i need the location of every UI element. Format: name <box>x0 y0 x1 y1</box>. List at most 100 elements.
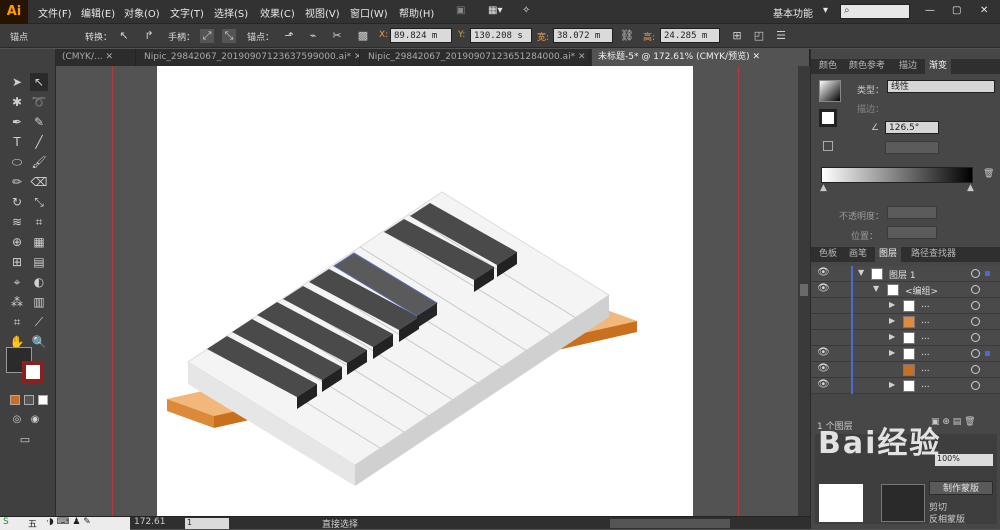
layer-name[interactable]: ... <box>921 332 930 342</box>
zoom-level[interactable]: 172.61 <box>134 517 166 527</box>
menu-view[interactable]: 视图(V) <box>305 5 340 20</box>
target-icon[interactable] <box>971 269 980 278</box>
tab-stroke[interactable]: 描边 <box>895 59 921 74</box>
menu-effect[interactable]: 效果(C) <box>260 5 295 20</box>
tab-document-2[interactable]: Nipic_29842067_20190907123637599000.ai* … <box>138 49 360 66</box>
blend-tool-icon[interactable]: ◐ <box>30 273 48 291</box>
expand-arrow-icon[interactable]: ▶ <box>889 380 895 389</box>
angle-field[interactable]: 126.5° <box>885 121 939 134</box>
tab-document-active[interactable]: 未标题-5* @ 172.61% (CMYK/预览) ✕ <box>592 49 810 66</box>
width-tool-icon[interactable]: ≋ <box>8 213 26 231</box>
lasso-icon[interactable]: ➰ <box>30 93 48 111</box>
type-tool-icon[interactable]: T <box>8 133 26 151</box>
tab-gradient[interactable]: 渐变 <box>925 59 952 74</box>
screen-mode-icon[interactable]: ▭ <box>16 431 34 449</box>
layer-name[interactable]: 图层 1 <box>889 268 916 281</box>
expand-arrow-icon[interactable]: ▶ <box>889 332 895 341</box>
align-icon[interactable]: ▩ <box>356 29 370 43</box>
expand-arrow-icon[interactable]: ▶ <box>889 316 895 325</box>
target-icon[interactable] <box>971 349 980 358</box>
draw-mode-icon[interactable]: ◎ <box>8 411 26 429</box>
target-icon[interactable] <box>971 365 980 374</box>
magic-wand-icon[interactable]: ✱ <box>8 93 26 111</box>
menu-file[interactable]: 文件(F) <box>38 5 72 20</box>
delete-stop-icon[interactable]: 🗑 <box>983 169 994 179</box>
ellipse-tool-icon[interactable]: ⬭ <box>8 153 26 171</box>
expand-arrow-icon[interactable]: ▶ <box>889 348 895 357</box>
visibility-eye-icon[interactable]: 👁 <box>817 347 830 358</box>
opacity-field[interactable] <box>887 206 937 219</box>
layer-name[interactable]: ... <box>921 316 930 326</box>
gpu-icon[interactable]: ✧ <box>522 5 530 16</box>
curvature-tool-icon[interactable]: ✎ <box>30 113 48 131</box>
minimize-button[interactable]: — <box>925 5 935 16</box>
isolate-icon[interactable]: ◰ <box>752 29 766 43</box>
layer-row[interactable]: ▶ ... <box>811 330 1000 346</box>
connect-anchor-icon[interactable]: ⌁ <box>306 29 320 43</box>
artboard-number[interactable]: 1 <box>185 518 229 529</box>
layer-row[interactable]: 👁 ▼ <编组> <box>811 282 1000 298</box>
tab-color-guide[interactable]: 颜色参考 <box>845 59 889 74</box>
ime-tools-icon[interactable]: ·◗ ⌨ ♟ ✎ <box>46 517 91 527</box>
make-mask-button[interactable]: 制作蒙版 <box>929 481 993 495</box>
arrange-documents-icon[interactable]: ▦▾ <box>488 5 502 16</box>
layer-row[interactable]: ▶ ... <box>811 298 1000 314</box>
slice-tool-icon[interactable]: ⟋ <box>30 313 48 331</box>
link-proportions-icon[interactable]: ⛓ <box>620 29 634 43</box>
gradient-tool-icon[interactable]: ▤ <box>30 253 48 271</box>
free-transform-icon[interactable]: ⌗ <box>30 213 48 231</box>
mesh-tool-icon[interactable]: ⊞ <box>8 253 26 271</box>
menu-object[interactable]: 对象(O) <box>124 5 160 20</box>
direct-selection-tool-icon[interactable]: ↖ <box>30 73 48 91</box>
menu-help[interactable]: 帮助(H) <box>399 5 434 20</box>
convert-smooth-icon[interactable]: ↱ <box>142 29 156 43</box>
cut-path-icon[interactable]: ✂ <box>330 29 344 43</box>
graph-tool-icon[interactable]: ▥ <box>30 293 48 311</box>
gradient-stop-left[interactable]: ▲ <box>820 183 827 193</box>
gradient-slider[interactable] <box>821 167 973 183</box>
width-field[interactable]: 38.072 m <box>553 28 613 43</box>
pen-tool-icon[interactable]: ✒ <box>8 113 26 131</box>
expand-arrow-icon[interactable]: ▶ <box>889 300 895 309</box>
convert-corner-icon[interactable]: ↖ <box>117 29 131 43</box>
tab-swatches[interactable]: 色板 <box>815 247 841 262</box>
layer-row[interactable]: 👁 ▶ ... <box>811 346 1000 362</box>
layer-row[interactable]: 👁 ▼ 图层 1 <box>811 266 1000 282</box>
transform-icon[interactable]: ⊞ <box>730 29 744 43</box>
close-button[interactable]: ✕ <box>980 5 988 16</box>
selection-tool-icon[interactable]: ➤ <box>8 73 26 91</box>
panel-menu-icon[interactable]: ☰ <box>774 29 788 43</box>
perspective-grid-icon[interactable]: ▦ <box>30 233 48 251</box>
tab-document-3[interactable]: Nipic_29842067_20190907123651284000.ai* … <box>362 49 590 66</box>
location-field[interactable] <box>887 226 937 239</box>
y-field[interactable]: 130.208 s <box>470 28 532 43</box>
bridge-icon[interactable]: ▣ <box>456 5 465 16</box>
tab-pathfinder[interactable]: 路径查找器 <box>907 247 960 262</box>
shape-builder-icon[interactable]: ⊕ <box>8 233 26 251</box>
eyedropper-icon[interactable]: ⌖ <box>8 273 26 291</box>
canvas[interactable] <box>56 66 798 516</box>
paintbrush-icon[interactable]: 🖌 <box>30 153 48 171</box>
expand-arrow-icon[interactable]: ▼ <box>873 284 879 293</box>
layer-name[interactable]: ... <box>921 364 930 374</box>
search-input[interactable]: ⌕ <box>840 4 910 19</box>
layer-row[interactable]: ▶ ... <box>811 314 1000 330</box>
symbol-sprayer-icon[interactable]: ⁂ <box>8 293 26 311</box>
pencil-icon[interactable]: ✏ <box>8 173 26 191</box>
scroll-thumb[interactable] <box>800 284 808 296</box>
tab-color[interactable]: 颜色 <box>815 59 841 74</box>
rotate-tool-icon[interactable]: ↻ <box>8 193 26 211</box>
layer-name[interactable]: ... <box>921 348 930 358</box>
visibility-eye-icon[interactable]: 👁 <box>817 267 830 278</box>
fill-stroke-swatch[interactable] <box>819 109 837 127</box>
workspace-dropdown-icon[interactable]: ▾ <box>823 5 828 16</box>
hide-handles-icon[interactable]: ⤡ <box>222 29 236 43</box>
tab-brushes[interactable]: 画笔 <box>845 247 871 262</box>
zoom-tool-icon[interactable]: 🔍 <box>30 333 48 351</box>
tab-document-1[interactable]: (CMYK/... ✕ <box>56 49 136 66</box>
workspace-switcher[interactable]: 基本功能 <box>773 5 813 20</box>
menu-window[interactable]: 窗口(W) <box>350 5 388 20</box>
visibility-eye-icon[interactable]: 👁 <box>817 363 830 374</box>
artboard[interactable] <box>157 66 693 516</box>
layer-name[interactable]: <编组> <box>905 284 938 297</box>
